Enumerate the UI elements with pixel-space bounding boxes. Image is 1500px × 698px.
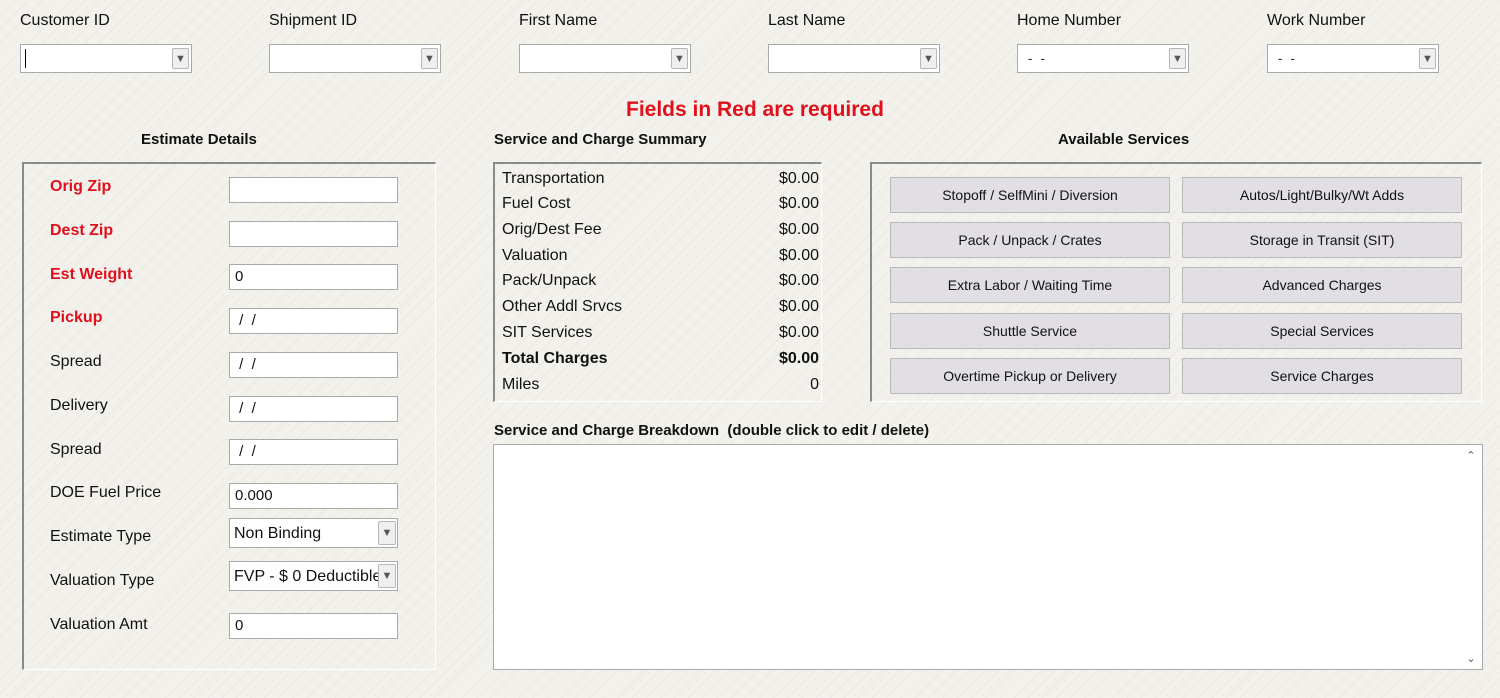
first-name-combo[interactable]: ▼	[519, 44, 691, 73]
chevron-down-icon[interactable]: ▼	[1169, 48, 1186, 69]
pickup-spread-label: Spread	[50, 353, 102, 370]
special-services-button[interactable]: Special Services	[1182, 313, 1462, 349]
doe-fuel-price-label: DOE Fuel Price	[50, 484, 162, 501]
estimate-type-value: Non Binding	[234, 525, 322, 542]
doe-fuel-price-input[interactable]: 0.000	[229, 483, 398, 509]
summary-row-miles: Miles 0	[502, 376, 819, 393]
home-number-label: Home Number	[1017, 12, 1122, 29]
pickup-label: Pickup	[50, 309, 103, 326]
estimate-details-title: Estimate Details	[141, 131, 257, 148]
available-services-title: Available Services	[1058, 131, 1190, 148]
last-name-label: Last Name	[768, 12, 846, 29]
shipment-id-label: Shipment ID	[269, 12, 358, 29]
text-cursor	[25, 49, 26, 68]
customer-id-combo[interactable]: ▼	[20, 44, 192, 73]
estimate-type-label: Estimate Type	[50, 528, 152, 545]
summary-row-valuation: Valuation $0.00	[502, 247, 819, 264]
shipment-id-combo[interactable]: ▼	[269, 44, 441, 73]
est-weight-input[interactable]: 0	[229, 264, 398, 290]
dest-zip-label: Dest Zip	[50, 222, 114, 239]
advanced-charges-button[interactable]: Advanced Charges	[1182, 267, 1462, 303]
scroll-down-icon[interactable]: ⌄	[1464, 652, 1478, 665]
breakdown-title: Service and Charge Breakdown (double cli…	[494, 422, 930, 439]
pack-unpack-crates-button[interactable]: Pack / Unpack / Crates	[890, 222, 1170, 258]
estimate-type-select[interactable]: Non Binding ▼	[229, 518, 398, 548]
summary-row-orig-dest-fee: Orig/Dest Fee $0.00	[502, 221, 819, 238]
delivery-label: Delivery	[50, 397, 108, 414]
first-name-label: First Name	[519, 12, 598, 29]
scroll-up-icon[interactable]: ⌃	[1464, 449, 1478, 462]
delivery-spread-label: Spread	[50, 441, 102, 458]
required-fields-note: Fields in Red are required	[626, 98, 884, 121]
chevron-down-icon[interactable]: ▼	[671, 48, 688, 69]
delivery-date-input[interactable]: / /	[229, 396, 398, 422]
summary-row-transportation: Transportation $0.00	[502, 170, 819, 187]
summary-row-sit-services: SIT Services $0.00	[502, 324, 819, 341]
pickup-spread-input[interactable]: / /	[229, 352, 398, 378]
chevron-down-icon[interactable]: ▼	[1419, 48, 1436, 69]
summary-row-total-charges: Total Charges $0.00	[502, 350, 819, 367]
shuttle-service-button[interactable]: Shuttle Service	[890, 313, 1170, 349]
work-number-label: Work Number	[1267, 12, 1366, 29]
home-number-combo[interactable]: - - ▼	[1017, 44, 1189, 73]
delivery-spread-input[interactable]: / /	[229, 439, 398, 465]
valuation-amt-label: Valuation Amt	[50, 616, 148, 633]
summary-title: Service and Charge Summary	[494, 131, 707, 148]
valuation-type-label: Valuation Type	[50, 572, 155, 589]
summary-row-other-addl-srvcs: Other Addl Srvcs $0.00	[502, 298, 819, 315]
chevron-down-icon[interactable]: ▼	[378, 564, 396, 588]
est-weight-label: Est Weight	[50, 266, 133, 283]
dest-zip-input[interactable]	[229, 221, 398, 247]
last-name-combo[interactable]: ▼	[768, 44, 940, 73]
extra-labor-waiting-time-button[interactable]: Extra Labor / Waiting Time	[890, 267, 1170, 303]
autos-light-bulky-wt-adds-button[interactable]: Autos/Light/Bulky/Wt Adds	[1182, 177, 1462, 213]
home-number-value: - -	[1024, 50, 1045, 66]
chevron-down-icon[interactable]: ▼	[378, 521, 396, 545]
summary-row-pack-unpack: Pack/Unpack $0.00	[502, 272, 819, 289]
valuation-type-value: FVP - $ 0 Deductible	[234, 568, 382, 585]
valuation-type-select[interactable]: FVP - $ 0 Deductible ▼	[229, 561, 398, 591]
overtime-pickup-delivery-button[interactable]: Overtime Pickup or Delivery	[890, 358, 1170, 394]
chevron-down-icon[interactable]: ▼	[920, 48, 937, 69]
work-number-value: - -	[1274, 50, 1295, 66]
summary-row-fuel-cost: Fuel Cost $0.00	[502, 195, 819, 212]
stopoff-selfmini-diversion-button[interactable]: Stopoff / SelfMini / Diversion	[890, 177, 1170, 213]
valuation-amt-input[interactable]: 0	[229, 613, 398, 639]
service-charges-button[interactable]: Service Charges	[1182, 358, 1462, 394]
pickup-date-input[interactable]: / /	[229, 308, 398, 334]
customer-id-label: Customer ID	[20, 12, 110, 29]
storage-in-transit-button[interactable]: Storage in Transit (SIT)	[1182, 222, 1462, 258]
orig-zip-label: Orig Zip	[50, 178, 112, 195]
chevron-down-icon[interactable]: ▼	[172, 48, 189, 69]
chevron-down-icon[interactable]: ▼	[421, 48, 438, 69]
breakdown-list[interactable]: ⌃ ⌄	[493, 444, 1483, 670]
orig-zip-input[interactable]	[229, 177, 398, 203]
work-number-combo[interactable]: - - ▼	[1267, 44, 1439, 73]
